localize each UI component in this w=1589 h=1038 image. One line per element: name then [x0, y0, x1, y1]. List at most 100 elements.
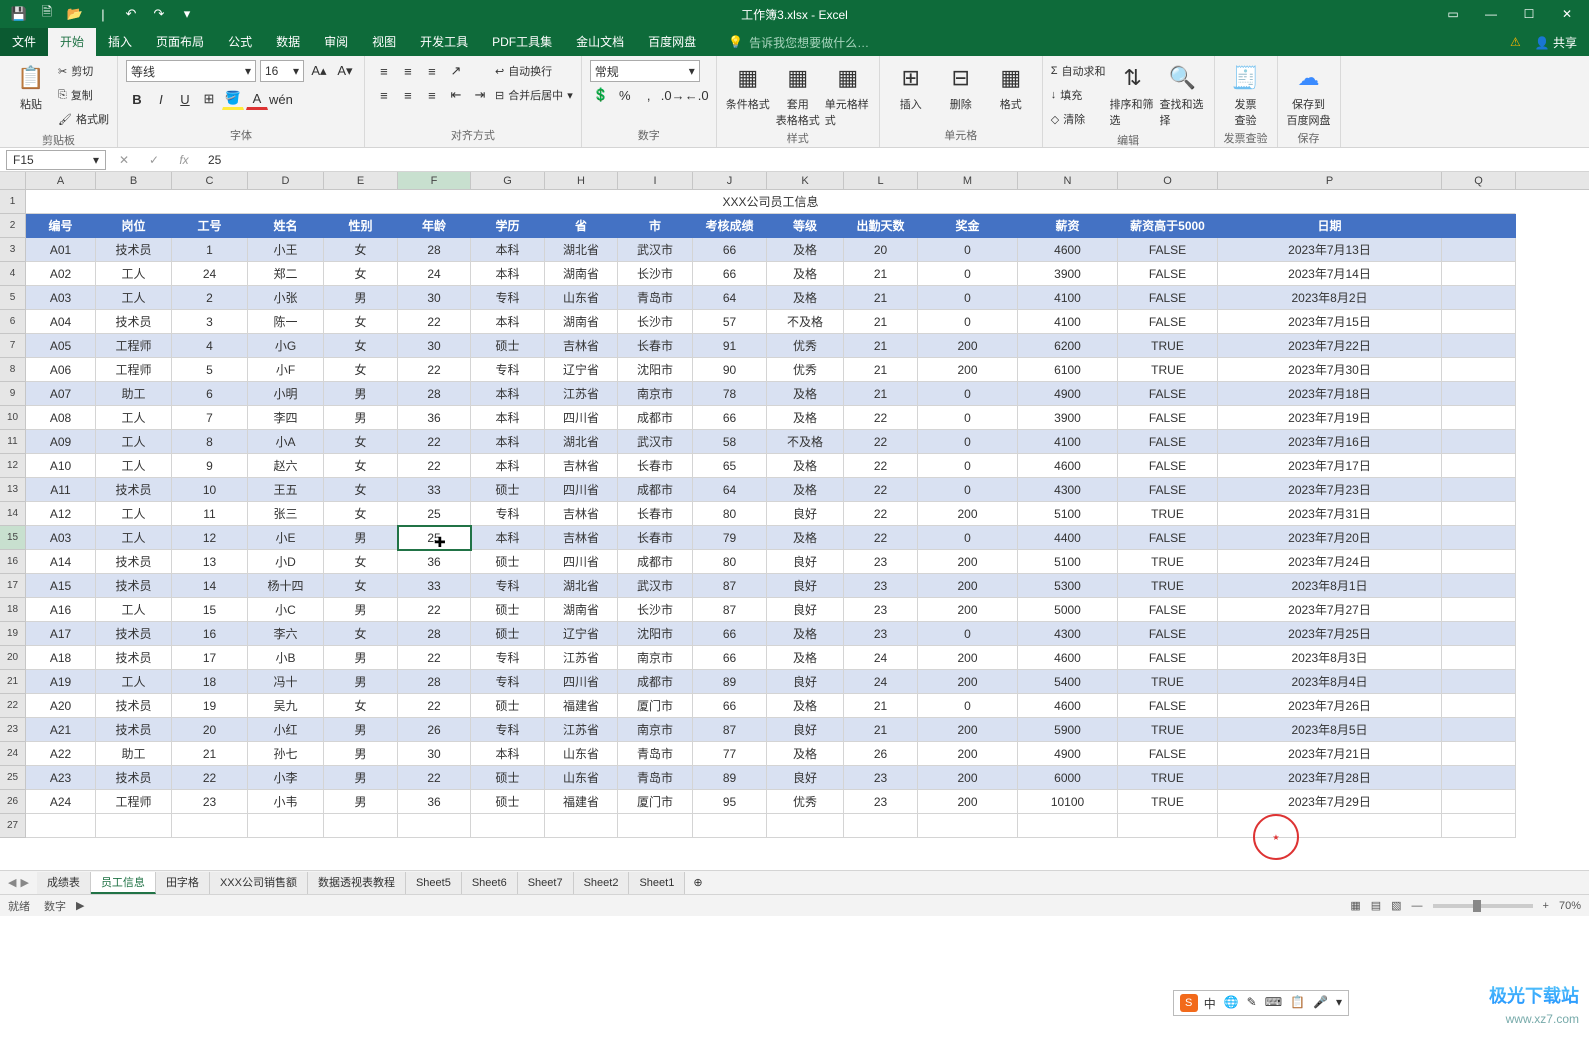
- col-header[interactable]: N: [1018, 172, 1118, 189]
- cell[interactable]: 6100: [1018, 358, 1118, 382]
- cell[interactable]: 考核成绩: [693, 214, 767, 238]
- cell[interactable]: 女: [324, 478, 398, 502]
- cell[interactable]: 33: [398, 574, 471, 598]
- cell[interactable]: [1442, 262, 1516, 286]
- cell[interactable]: A02: [26, 262, 96, 286]
- status-macro-icon[interactable]: ▶: [76, 899, 84, 912]
- col-header[interactable]: G: [471, 172, 545, 189]
- cell[interactable]: FALSE: [1118, 238, 1218, 262]
- close-icon[interactable]: ✕: [1549, 2, 1585, 26]
- cell[interactable]: 编号: [26, 214, 96, 238]
- cell[interactable]: 0: [918, 286, 1018, 310]
- cell[interactable]: 四川省: [545, 478, 618, 502]
- cell[interactable]: 专科: [471, 358, 545, 382]
- cell[interactable]: [1442, 478, 1516, 502]
- cell[interactable]: FALSE: [1118, 526, 1218, 550]
- cell[interactable]: 2023年7月18日: [1218, 382, 1442, 406]
- cell[interactable]: 4600: [1018, 694, 1118, 718]
- cell[interactable]: FALSE: [1118, 262, 1218, 286]
- cell[interactable]: 21: [172, 742, 248, 766]
- tab-审阅[interactable]: 审阅: [312, 28, 360, 56]
- cell[interactable]: 男: [324, 526, 398, 550]
- cell[interactable]: 女: [324, 262, 398, 286]
- decrease-font-icon[interactable]: A▾: [334, 60, 356, 82]
- cell[interactable]: 79: [693, 526, 767, 550]
- cell[interactable]: [172, 814, 248, 838]
- align-middle-icon[interactable]: ≡: [397, 60, 419, 82]
- cell[interactable]: 四川省: [545, 670, 618, 694]
- cell[interactable]: [1442, 814, 1516, 838]
- row-header[interactable]: 13: [0, 478, 26, 502]
- view-normal-icon[interactable]: ▦: [1350, 899, 1360, 912]
- row-header[interactable]: 20: [0, 646, 26, 670]
- cell[interactable]: [324, 814, 398, 838]
- cell[interactable]: 13: [172, 550, 248, 574]
- save-baidu-button[interactable]: ☁保存到 百度网盘: [1286, 60, 1332, 128]
- cell[interactable]: 28: [398, 238, 471, 262]
- cell[interactable]: [26, 814, 96, 838]
- cell[interactable]: 湖北省: [545, 430, 618, 454]
- cell[interactable]: A06: [26, 358, 96, 382]
- ime-item[interactable]: 🎤: [1313, 995, 1328, 1012]
- cell[interactable]: 张三: [248, 502, 324, 526]
- cell[interactable]: 小李: [248, 766, 324, 790]
- cell[interactable]: FALSE: [1118, 598, 1218, 622]
- cell[interactable]: 岗位: [96, 214, 172, 238]
- cell[interactable]: 女: [324, 238, 398, 262]
- col-header[interactable]: K: [767, 172, 844, 189]
- redo-icon[interactable]: ↷: [148, 3, 170, 25]
- cell[interactable]: 李六: [248, 622, 324, 646]
- cell[interactable]: 21: [844, 262, 918, 286]
- cell[interactable]: TRUE: [1118, 358, 1218, 382]
- border-button[interactable]: ⊞: [198, 88, 220, 110]
- tab-PDF工具集[interactable]: PDF工具集: [480, 28, 564, 56]
- cell[interactable]: 28: [398, 670, 471, 694]
- cell[interactable]: [96, 814, 172, 838]
- zoom-level[interactable]: 70%: [1559, 900, 1581, 912]
- cell[interactable]: 21: [844, 310, 918, 334]
- cell[interactable]: 66: [693, 238, 767, 262]
- cell[interactable]: 87: [693, 574, 767, 598]
- ribbon-options-icon[interactable]: ▭: [1435, 2, 1471, 26]
- percent-icon[interactable]: %: [614, 84, 636, 106]
- cell[interactable]: 本科: [471, 430, 545, 454]
- sheet-title-cell[interactable]: XXX公司员工信息: [26, 190, 1516, 214]
- cell[interactable]: [1442, 622, 1516, 646]
- cell[interactable]: FALSE: [1118, 430, 1218, 454]
- cell[interactable]: A05: [26, 334, 96, 358]
- cell[interactable]: 女: [324, 454, 398, 478]
- cell[interactable]: 工人: [96, 286, 172, 310]
- cell[interactable]: 良好: [767, 598, 844, 622]
- cell[interactable]: [1442, 646, 1516, 670]
- cell[interactable]: A09: [26, 430, 96, 454]
- cell[interactable]: 0: [918, 694, 1018, 718]
- cell[interactable]: 湖北省: [545, 238, 618, 262]
- sheet-tab[interactable]: Sheet1: [629, 872, 685, 894]
- cell-styles-button[interactable]: ▦单元格样式: [825, 60, 871, 128]
- tab-金山文档[interactable]: 金山文档: [564, 28, 636, 56]
- cell[interactable]: FALSE: [1118, 382, 1218, 406]
- cell[interactable]: 0: [918, 382, 1018, 406]
- cell[interactable]: FALSE: [1118, 406, 1218, 430]
- cell[interactable]: 技术员: [96, 718, 172, 742]
- fx-icon[interactable]: fx: [172, 153, 196, 167]
- cell[interactable]: A01: [26, 238, 96, 262]
- col-header[interactable]: L: [844, 172, 918, 189]
- cell[interactable]: FALSE: [1118, 286, 1218, 310]
- cell[interactable]: 200: [918, 550, 1018, 574]
- cell[interactable]: 22: [398, 454, 471, 478]
- cell[interactable]: 男: [324, 718, 398, 742]
- cell[interactable]: 4600: [1018, 454, 1118, 478]
- cell[interactable]: 21: [844, 694, 918, 718]
- ime-item[interactable]: ✎: [1247, 995, 1257, 1012]
- cell[interactable]: 21: [844, 718, 918, 742]
- cell[interactable]: 男: [324, 646, 398, 670]
- cell[interactable]: 青岛市: [618, 742, 693, 766]
- cell[interactable]: 技术员: [96, 574, 172, 598]
- cell[interactable]: [1018, 814, 1118, 838]
- cell[interactable]: 22: [844, 430, 918, 454]
- cell[interactable]: 厦门市: [618, 790, 693, 814]
- cell[interactable]: 5400: [1018, 670, 1118, 694]
- qat-dropdown-icon[interactable]: ▾: [176, 3, 198, 25]
- row-header[interactable]: 16: [0, 550, 26, 574]
